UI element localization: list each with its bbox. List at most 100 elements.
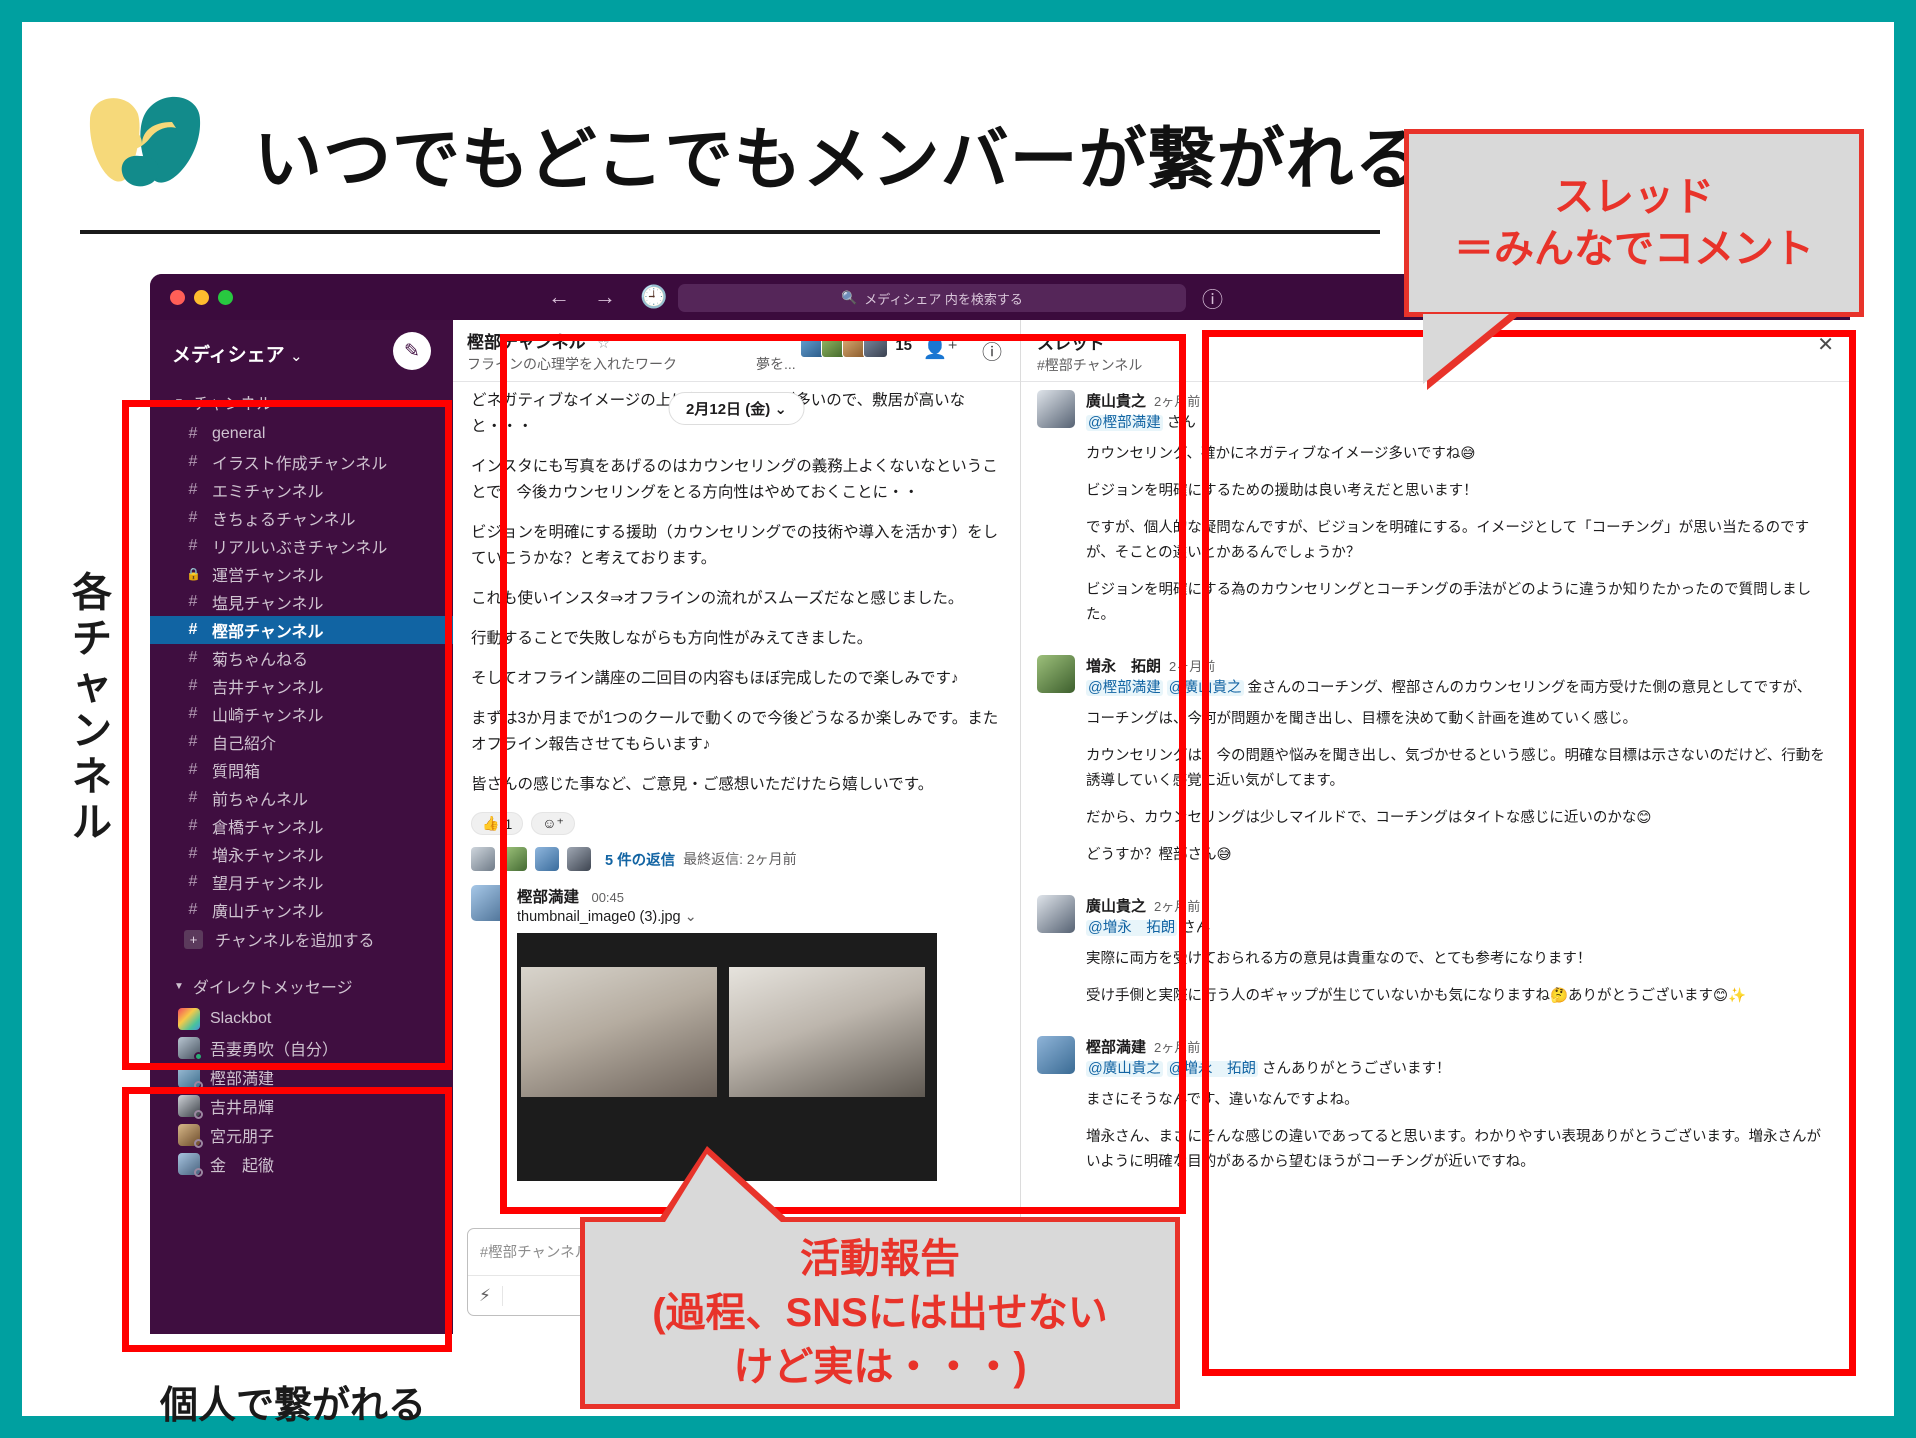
star-icon[interactable]: ☆: [597, 335, 610, 351]
sidebar-item-channel[interactable]: # 倉橋チャンネル: [150, 812, 453, 840]
sidebar: メディシェア ⌄ ✎ ▼ チャンネル # general # イラスト作成チャンネル #…: [150, 320, 453, 1334]
sidebar-item-channel[interactable]: 🔒 運営チャンネル: [150, 560, 453, 588]
compose-icon[interactable]: ✎: [393, 332, 431, 370]
thread-author[interactable]: 樫部満建: [1086, 1039, 1146, 1056]
reaction-thumbsup[interactable]: 👍 1: [471, 812, 524, 835]
channel-title[interactable]: 樫部チャンネル ☆: [467, 328, 610, 353]
sidebar-item-dm[interactable]: 金 起徹: [150, 1149, 453, 1178]
channel-name: 山崎チャンネル: [212, 708, 324, 725]
sidebar-item-channel[interactable]: # 望月チャンネル: [150, 868, 453, 896]
thread-author[interactable]: 増永 拓朗: [1086, 658, 1161, 675]
message-list: 2月12日 (金) ⌄ どネガティブなイメージの上に使用するこンが多いので、敷居…: [453, 382, 1020, 1216]
avatar: [503, 847, 527, 871]
workspace-header[interactable]: メディシェア ⌄ ✎: [150, 320, 453, 384]
hash-icon: #: [188, 761, 198, 778]
hash-icon: #: [188, 873, 198, 890]
thread-paragraph: 受け手側と実際に行う人のギャップが生じていないかも気になりますね🤔ありがとうござ…: [1086, 988, 1747, 1004]
hash-icon: #: [188, 649, 198, 666]
avatar[interactable]: [1037, 895, 1075, 933]
sidebar-item-channel[interactable]: # 自己紹介: [150, 728, 453, 756]
hash-icon: #: [188, 481, 198, 498]
mention-suffix: さん: [1181, 920, 1211, 936]
info-icon[interactable]: ⓘ: [982, 336, 1002, 365]
window-close-button[interactable]: [170, 290, 185, 305]
sidebar-item-channel[interactable]: # イラスト作成チャンネル: [150, 448, 453, 476]
sidebar-item-channel[interactable]: # きちょるチャンネル: [150, 504, 453, 532]
window-minimize-button[interactable]: [194, 290, 209, 305]
mention[interactable]: @廣山貴之: [1086, 1061, 1163, 1077]
hash-icon: #: [188, 453, 198, 470]
avatar[interactable]: [1037, 1036, 1075, 1074]
close-icon[interactable]: ✕: [1817, 332, 1834, 357]
sidebar-item-channel[interactable]: # 質問箱: [150, 756, 453, 784]
channel-name: 吉井チャンネル: [212, 680, 324, 697]
arrow-left-icon[interactable]: ←: [548, 286, 570, 308]
channel-list: # general # イラスト作成チャンネル # エミチャンネル # きちょるチャンネル # リ…: [150, 420, 453, 924]
sidebar-item-channel[interactable]: # 塩見チャンネル: [150, 588, 453, 616]
mention[interactable]: @樫部満建: [1086, 680, 1163, 696]
channels-section-header[interactable]: ▼ チャンネル: [150, 384, 453, 420]
date-divider[interactable]: 2月12日 (金) ⌄: [668, 392, 805, 425]
mention[interactable]: @廣山貴之: [1166, 680, 1244, 696]
thread-subtitle[interactable]: #樫部チャンネル: [1037, 355, 1142, 375]
sidebar-item-channel[interactable]: # 樫部チャンネル: [150, 616, 453, 644]
thread-author[interactable]: 廣山貴之: [1086, 898, 1146, 915]
mention-line: @廣山貴之 @増永 拓朗 さんありがとうございます！: [1086, 1057, 1834, 1082]
sidebar-item-channel[interactable]: # 菊ちゃんねる: [150, 644, 453, 672]
thread-summary[interactable]: 5 件の返信 最終返信: 2ヶ月前: [471, 847, 1002, 871]
heart-hands-logo: [89, 96, 201, 187]
thread-replies-link[interactable]: 5 件の返信: [605, 849, 675, 870]
message-post: 樫部満建 00:45 thumbnail_image0 (3).jpg ⌄: [471, 885, 1002, 1181]
thread-timestamp: 2ヶ月前: [1154, 899, 1201, 914]
thread-body-text: @増永 拓朗 さん 実際に両方を受けておられる方の意見は貴重なので、とても参考にな…: [1086, 916, 1834, 1009]
sidebar-item-dm[interactable]: 吾妻勇吹（自分）: [150, 1033, 453, 1062]
dm-section-header[interactable]: ▼ ダイレクトメッセージ: [150, 968, 453, 1004]
message-text: 行動することで失敗しながらも方向性がみえてきました。: [471, 630, 873, 647]
post-author[interactable]: 樫部満建: [517, 889, 579, 906]
lightning-icon[interactable]: ⚡: [468, 1285, 503, 1306]
sidebar-item-channel[interactable]: # 山崎チャンネル: [150, 700, 453, 728]
sidebar-item-channel[interactable]: # 廣山チャンネル: [150, 896, 453, 924]
clock-icon[interactable]: 🕘: [640, 286, 667, 308]
chevron-down-icon[interactable]: ⌄: [685, 909, 697, 925]
sidebar-item-dm[interactable]: 吉井昂輝: [150, 1091, 453, 1120]
message-text: ビジョンを明確にする援助（カウンセリングでの技術や導入を活かす）をしていこうかな…: [471, 524, 999, 567]
add-reaction-icon[interactable]: ☺⁺: [531, 812, 575, 835]
avatar[interactable]: [1037, 655, 1075, 693]
sidebar-item-channel[interactable]: # リアルいぶきチャンネル: [150, 532, 453, 560]
presence-indicator: [194, 1167, 203, 1177]
sidebar-item-channel[interactable]: # エミチャンネル: [150, 476, 453, 504]
hash-icon: #: [188, 789, 198, 806]
mention[interactable]: @樫部満建: [1086, 415, 1163, 431]
add-person-icon[interactable]: 👤⁺: [923, 336, 958, 361]
sidebar-item-dm[interactable]: 樫部満建: [150, 1062, 453, 1091]
channel-name: 樫部チャンネル: [212, 624, 324, 641]
attachment-filename[interactable]: thumbnail_image0 (3).jpg ⌄: [517, 909, 1002, 925]
channel-topic[interactable]: フラインの心理学を入れたワーク: [467, 354, 677, 374]
thread-author[interactable]: 廣山貴之: [1086, 393, 1146, 410]
mention[interactable]: @増永 拓朗: [1166, 1061, 1258, 1077]
dm-name: 宮元朋子: [210, 1128, 275, 1146]
channel-name: 運営チャンネル: [212, 568, 324, 585]
window-maximize-button[interactable]: [218, 290, 233, 305]
message-text: 皆さんの感じた事など、ご意見・ご感想いただけたら嬉しいです。: [471, 776, 934, 793]
mention[interactable]: @増永 拓朗: [1086, 920, 1178, 936]
sidebar-item-channel[interactable]: # general: [150, 420, 453, 448]
sidebar-item-channel[interactable]: # 前ちゃんネル: [150, 784, 453, 812]
help-circle-icon[interactable]: ⓘ: [1202, 284, 1223, 314]
add-channel-button[interactable]: + チャンネルを追加する: [150, 924, 453, 954]
video-attachment[interactable]: [517, 933, 937, 1181]
arrow-right-icon[interactable]: →: [594, 286, 616, 308]
member-facepile[interactable]: 15: [800, 333, 912, 358]
sidebar-item-dm[interactable]: 宮元朋子: [150, 1120, 453, 1149]
hash-icon: #: [188, 509, 198, 526]
thread-body-text: @樫部満建 @廣山貴之 金さんのコーチング、樫部さんのカウンセリングを両方受けた…: [1086, 676, 1834, 868]
thread-paragraph: どうすか？樫部さん😅: [1086, 847, 1232, 863]
search-input[interactable]: 🔍 メディシェア 内を検索する: [678, 284, 1186, 312]
sidebar-item-dm[interactable]: Slackbot: [150, 1004, 453, 1033]
avatar[interactable]: [471, 885, 507, 921]
avatar[interactable]: [1037, 390, 1075, 428]
hash-icon: #: [188, 733, 198, 750]
sidebar-item-channel[interactable]: # 吉井チャンネル: [150, 672, 453, 700]
sidebar-item-channel[interactable]: # 増永チャンネル: [150, 840, 453, 868]
